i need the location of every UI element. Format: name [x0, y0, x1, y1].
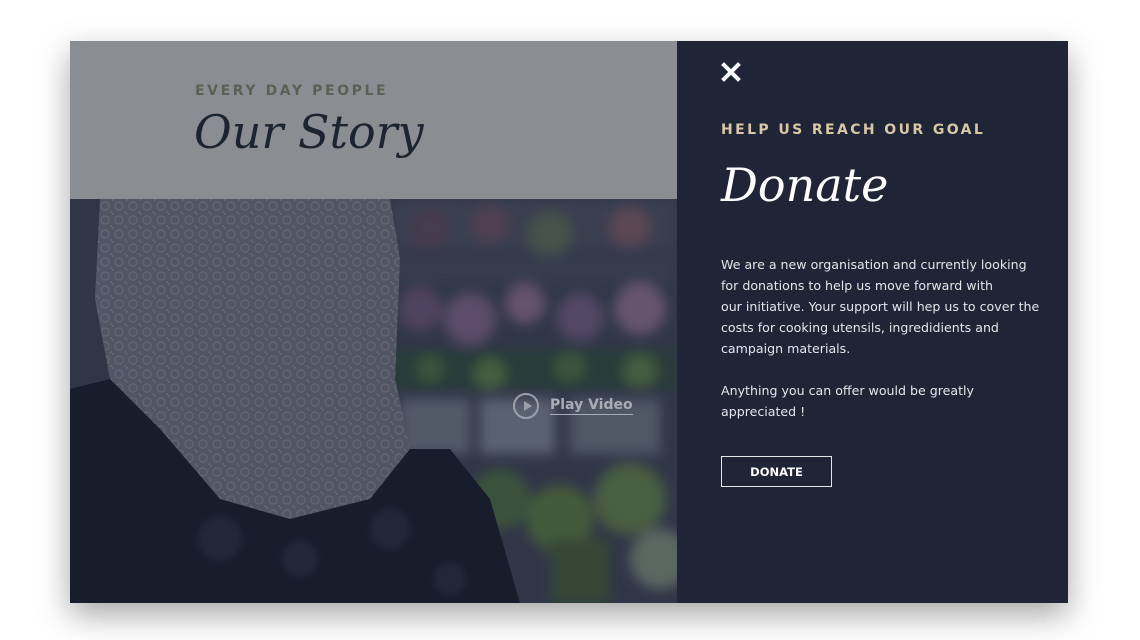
play-video-label: Play Video [550, 397, 633, 415]
description-line: for donations to help us move forward wi… [721, 278, 994, 293]
story-panel: EVERY DAY PEOPLE Our Story Play Video [70, 41, 677, 603]
donate-panel: HELP US REACH OUR GOAL Donate We are a n… [677, 41, 1068, 603]
play-video-button[interactable]: Play Video [513, 393, 633, 419]
play-icon [513, 393, 539, 419]
description-line: Anything you can offer would be greatly [721, 383, 975, 398]
story-eyebrow: EVERY DAY PEOPLE [195, 83, 389, 99]
description-line: We are a new organisation and currently … [721, 257, 1027, 272]
description-line: campaign materials. [721, 341, 851, 356]
donate-description: We are a new organisation and currently … [721, 254, 1051, 422]
donate-title: Donate [721, 158, 889, 212]
story-video-thumbnail[interactable]: Play Video [70, 199, 677, 603]
description-line: appreciated ! [721, 404, 806, 419]
donate-modal: EVERY DAY PEOPLE Our Story Play Video HE… [70, 41, 1068, 603]
donate-button[interactable]: DONATE [721, 456, 832, 487]
story-title: Our Story [194, 105, 424, 159]
close-icon[interactable] [721, 62, 741, 82]
description-line: costs for cooking utensils, ingredidient… [721, 320, 999, 335]
description-line: our initiative. Your support will hep us… [721, 299, 1040, 314]
donate-eyebrow: HELP US REACH OUR GOAL [721, 122, 986, 138]
story-header: EVERY DAY PEOPLE Our Story [70, 41, 677, 199]
